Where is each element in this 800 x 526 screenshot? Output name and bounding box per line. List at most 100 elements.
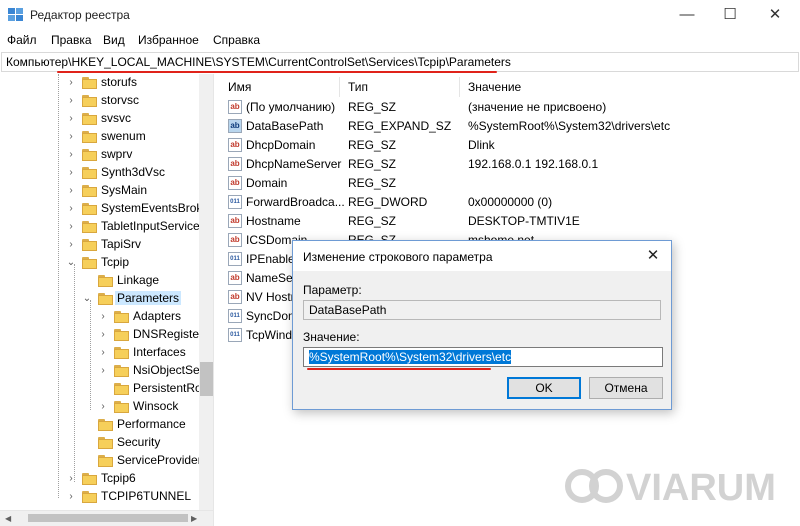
column-header-name[interactable]: Имя xyxy=(220,77,340,97)
tree-item-label: swprv xyxy=(101,147,133,161)
title-bar: Редактор реестра — ☐ ✕ xyxy=(0,0,800,30)
menu-file[interactable]: Файл xyxy=(7,33,37,47)
value-row[interactable]: 011 ForwardBroadca... REG_DWORD 0x000000… xyxy=(220,193,800,212)
value-row[interactable]: ab DhcpDomain REG_SZ Dlink xyxy=(220,136,800,155)
menu-bar: Файл Правка Вид Избранное Справка xyxy=(0,31,800,51)
tree-vertical-scrollbar[interactable] xyxy=(199,74,213,510)
value-data-label: Значение: xyxy=(303,330,360,344)
folder-icon xyxy=(98,275,113,287)
ok-button[interactable]: OK xyxy=(507,377,581,399)
value-row[interactable]: ab Domain REG_SZ xyxy=(220,174,800,193)
chevron-right-icon[interactable]: › xyxy=(66,220,76,234)
tree-horizontal-scroll-thumb[interactable] xyxy=(28,514,188,522)
value-row[interactable]: ab (По умолчанию) REG_SZ (значение не пр… xyxy=(220,98,800,117)
value-data: (значение не присвоено) xyxy=(468,100,607,114)
chevron-down-icon[interactable]: ⌄ xyxy=(66,256,76,270)
chevron-right-icon[interactable]: › xyxy=(98,346,108,360)
value-data-input[interactable]: %SystemRoot%\System32\drivers\etc xyxy=(303,347,663,367)
tree-item-label: Linkage xyxy=(117,273,160,287)
value-data: %SystemRoot%\System32\drivers\etc xyxy=(468,119,671,133)
close-button[interactable]: ✕ xyxy=(760,4,790,26)
value-data-selected-text[interactable]: %SystemRoot%\System32\drivers\etc xyxy=(309,350,512,364)
binary-value-icon: 011 xyxy=(228,195,242,209)
value-data: Dlink xyxy=(468,138,495,152)
folder-icon xyxy=(82,77,97,89)
viarum-logo-icon: VIARUM xyxy=(565,467,776,509)
value-row[interactable]: ab DhcpNameServer REG_SZ 192.168.0.1 192… xyxy=(220,155,800,174)
chevron-right-icon[interactable]: › xyxy=(66,238,76,252)
column-header-value[interactable]: Значение xyxy=(460,77,780,97)
chevron-right-icon[interactable]: › xyxy=(66,130,76,144)
folder-icon xyxy=(82,473,97,485)
scroll-left-arrow-icon[interactable]: ◀ xyxy=(5,514,11,523)
string-value-icon: ab xyxy=(228,176,242,190)
chevron-right-icon[interactable]: › xyxy=(66,202,76,216)
tree-item-label: Adapters xyxy=(133,309,182,323)
value-row[interactable]: ab Hostname REG_SZ DESKTOP-TMTIV1E xyxy=(220,212,800,231)
string-value-icon: ab xyxy=(228,214,242,228)
value-row-selected[interactable]: ab DataBasePath REG_EXPAND_SZ %SystemRoo… xyxy=(220,117,800,136)
chevron-right-icon[interactable]: › xyxy=(98,310,108,324)
value-type: REG_DWORD xyxy=(348,195,428,209)
address-bar[interactable]: Компьютер\HKEY_LOCAL_MACHINE\SYSTEM\Curr… xyxy=(1,52,799,72)
chevron-right-icon[interactable]: › xyxy=(98,400,108,414)
folder-icon xyxy=(82,149,97,161)
maximize-button[interactable]: ☐ xyxy=(715,4,745,26)
tree-item-label: DNSRegister xyxy=(133,327,204,341)
edit-string-dialog[interactable]: Изменение строкового параметра ✕ Парамет… xyxy=(292,240,672,410)
chevron-right-icon[interactable]: › xyxy=(66,184,76,198)
chevron-right-icon[interactable]: › xyxy=(66,472,76,486)
menu-help[interactable]: Справка xyxy=(213,33,260,47)
tree-item-label: Tcpip6 xyxy=(101,471,136,485)
tree-item-label: SysMain xyxy=(101,183,148,197)
string-value-icon: ab xyxy=(228,138,242,152)
tree-item-label: swenum xyxy=(101,129,146,143)
chevron-right-icon[interactable]: › xyxy=(66,94,76,108)
address-path[interactable]: Компьютер\HKEY_LOCAL_MACHINE\SYSTEM\Curr… xyxy=(6,55,511,69)
chevron-right-icon[interactable]: › xyxy=(66,166,76,180)
scroll-right-arrow-icon[interactable]: ▶ xyxy=(191,514,197,523)
menu-edit[interactable]: Правка xyxy=(51,33,92,47)
tree-guide-line xyxy=(58,74,59,498)
cancel-button[interactable]: Отмена xyxy=(589,377,663,399)
menu-view[interactable]: Вид xyxy=(103,33,125,47)
folder-icon xyxy=(82,491,97,503)
column-header-type[interactable]: Тип xyxy=(340,77,460,97)
menu-favorites[interactable]: Избранное xyxy=(138,33,199,47)
chevron-right-icon[interactable]: › xyxy=(66,112,76,126)
value-name: NV Hostn xyxy=(246,290,298,304)
value-name: NameSer xyxy=(246,271,297,285)
value-data: 192.168.0.1 192.168.0.1 xyxy=(468,157,599,171)
tree-item-label: Interfaces xyxy=(133,345,186,359)
chevron-right-icon[interactable]: › xyxy=(66,490,76,504)
folder-icon xyxy=(114,347,129,359)
string-value-icon: ab xyxy=(228,157,242,171)
folder-icon xyxy=(114,311,129,323)
minimize-button[interactable]: — xyxy=(672,4,702,26)
chevron-right-icon[interactable]: › xyxy=(66,76,76,90)
tree-item-label: SystemEventsBrok xyxy=(101,201,203,215)
chevron-right-icon[interactable]: › xyxy=(98,328,108,342)
chevron-down-icon[interactable]: ⌄ xyxy=(82,292,92,306)
key-tree-pane[interactable]: › storufs › storvsc › svsvc › swenum › s… xyxy=(0,74,214,526)
folder-icon xyxy=(98,293,113,305)
chevron-right-icon[interactable]: › xyxy=(66,148,76,162)
tree-item-label: PersistentRo xyxy=(133,381,202,395)
folder-icon xyxy=(82,131,97,143)
dialog-title: Изменение строкового параметра xyxy=(303,250,493,264)
dialog-title-bar[interactable]: Изменение строкового параметра ✕ xyxy=(293,241,671,271)
dialog-close-icon[interactable]: ✕ xyxy=(643,246,663,266)
tree-vertical-scroll-thumb[interactable] xyxy=(200,362,213,396)
value-name: SyncDom xyxy=(246,309,299,323)
folder-icon xyxy=(82,239,97,251)
binary-value-icon: 011 xyxy=(228,328,242,342)
value-data: 0x00000000 (0) xyxy=(468,195,553,209)
value-name: DhcpDomain xyxy=(246,138,316,152)
binary-value-icon: 011 xyxy=(228,309,242,323)
value-name: DhcpNameServer xyxy=(246,157,342,171)
value-name: Hostname xyxy=(246,214,301,228)
registry-app-icon xyxy=(8,8,23,21)
tree-item-label: TCPIP6TUNNEL xyxy=(101,489,192,503)
chevron-right-icon[interactable]: › xyxy=(98,364,108,378)
folder-icon xyxy=(82,95,97,107)
